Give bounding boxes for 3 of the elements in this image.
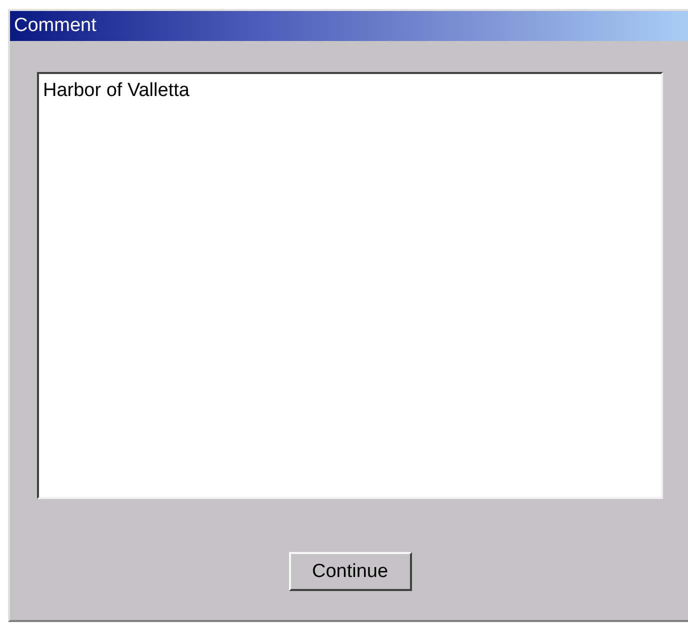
comment-field[interactable]: Harbor of Valletta [37, 72, 663, 499]
continue-button[interactable]: Continue [288, 552, 412, 591]
window-title: Comment [10, 11, 688, 41]
